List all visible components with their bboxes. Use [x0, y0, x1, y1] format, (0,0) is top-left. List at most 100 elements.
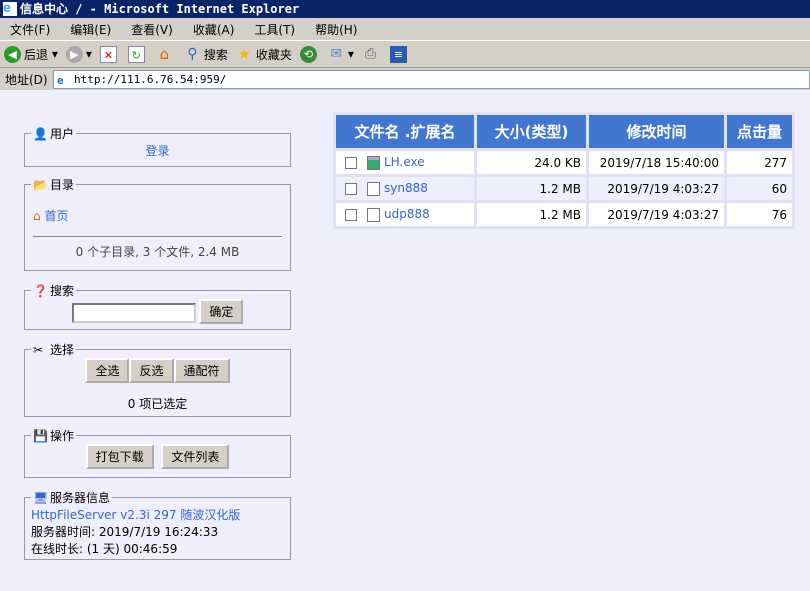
table-row: syn888 1.2 MB 2019/7/19 4:03:27 60 [336, 177, 792, 200]
user-legend: 用户 [50, 127, 75, 141]
header-size[interactable]: 大小(类型) [477, 115, 586, 148]
server-panel: 🖥 服务器信息 HttpFileServer v2.3i 297 随波汉化版 服务… [24, 489, 291, 560]
save-icon: 💾 [33, 429, 48, 443]
server-uptime: 在线时长: (1 天) 00:46:59 [31, 542, 178, 556]
file-modified: 2019/7/19 4:03:27 [589, 177, 724, 200]
mail-icon: ✉ [330, 45, 343, 62]
stop-icon: ✕ [99, 45, 117, 63]
server-icon: 🖥 [33, 491, 49, 505]
refresh-button[interactable]: ↻ [127, 45, 148, 63]
select-legend: 选择 [50, 343, 75, 357]
search-label: 搜索 [203, 47, 228, 62]
home-link[interactable]: 首页 [44, 209, 68, 223]
title-bar: e 信息中心 / - Microsoft Internet Explorer [0, 0, 810, 18]
wildcard-button[interactable]: 通配符 [173, 358, 230, 383]
header-hits[interactable]: 点击量 [727, 115, 792, 148]
selection-status: 0 项已选定 [127, 397, 188, 411]
print-button[interactable]: ⎙ [362, 46, 382, 63]
menu-edit[interactable]: 编辑(E) [70, 21, 111, 38]
search-submit-button[interactable]: 确定 [199, 299, 244, 324]
address-label: 地址(D) [5, 72, 48, 87]
menu-help[interactable]: 帮助(H) [315, 21, 357, 38]
folder-icon: 📂 [33, 178, 48, 192]
file-hits: 277 [727, 151, 792, 174]
table-header: 文件名 .扩展名 大小(类型) 修改时间 点击量 [336, 115, 792, 148]
select-all-button[interactable]: 全选 [85, 358, 130, 383]
back-button[interactable]: ◀ 后退 ▾ [4, 45, 58, 63]
file-icon [367, 181, 380, 196]
row-checkbox[interactable] [345, 182, 357, 195]
mail-button[interactable]: ✉ ▾ [328, 46, 354, 63]
scissors-icon: ✂ [33, 343, 44, 357]
file-icon [367, 207, 380, 222]
address-url: http://111.6.76.54:959/ [74, 73, 227, 86]
home-icon: ⌂ [33, 209, 41, 223]
edit-icon: ≡ [389, 45, 407, 63]
help-icon: ❓ [33, 284, 48, 298]
window-title: 信息中心 / - Microsoft Internet Explorer [20, 2, 300, 16]
printer-icon: ⎙ [364, 45, 377, 62]
user-icon: 👤 [33, 127, 48, 141]
star-icon: ★ [237, 44, 252, 63]
server-legend: 服务器信息 [50, 491, 111, 505]
history-button[interactable]: ⟲ [299, 45, 320, 63]
header-modified[interactable]: 修改时间 [589, 115, 724, 148]
search-input[interactable] [71, 302, 196, 323]
select-panel: ✂ 选择 全选 反选 通配符 0 项已选定 [24, 341, 291, 417]
menu-tools[interactable]: 工具(T) [254, 21, 295, 38]
file-link[interactable]: syn888 [384, 181, 428, 195]
actions-legend: 操作 [50, 429, 75, 443]
file-size: 1.2 MB [477, 203, 586, 226]
folder-summary: 0 个子目录, 3 个文件, 2.4 MB [75, 245, 240, 259]
search-panel: ❓ 搜索 确定 [24, 282, 291, 330]
row-checkbox[interactable] [345, 208, 357, 221]
ie-icon: e [3, 2, 17, 16]
file-size: 24.0 KB [477, 151, 586, 174]
menu-favorites[interactable]: 收藏(A) [193, 21, 235, 38]
row-checkbox[interactable] [345, 156, 357, 169]
search-legend: 搜索 [50, 284, 75, 298]
file-modified: 2019/7/19 4:03:27 [589, 203, 724, 226]
file-size: 1.2 MB [477, 177, 586, 200]
download-zip-button[interactable]: 打包下载 [85, 444, 154, 469]
back-arrow-icon: ◀ [4, 45, 21, 63]
user-panel: 👤 用户 登录 [24, 125, 291, 167]
menu-file[interactable]: 文件(F) [10, 21, 50, 38]
address-bar: 地址(D) e http://111.6.76.54:959/ [0, 68, 810, 90]
refresh-icon: ↻ [127, 45, 145, 63]
table-row: LH.exe 24.0 KB 2019/7/18 15:40:00 277 [336, 151, 792, 174]
file-hits: 76 [727, 203, 792, 226]
actions-panel: 💾 操作 打包下载 文件列表 [24, 427, 291, 478]
home-button[interactable]: ⌂ [156, 44, 176, 63]
back-label: 后退 [24, 47, 49, 62]
favorites-button[interactable]: ★ 收藏夹 [236, 44, 292, 63]
server-time: 服务器时间: 2019/7/19 16:24:33 [31, 525, 219, 539]
toolbar: ◀ 后退 ▾ ▶ ▾ ✕ ↻ ⌂ ⚲ 搜索 ★ 收藏夹 ⟲ ✉ ▾ ⎙ ≡ [0, 41, 810, 68]
file-hits: 60 [727, 177, 792, 200]
table-row: udp888 1.2 MB 2019/7/19 4:03:27 76 [336, 203, 792, 226]
menu-view[interactable]: 查看(V) [131, 21, 173, 38]
forward-arrow-icon: ▶ [65, 45, 83, 63]
address-input[interactable]: e http://111.6.76.54:959/ [53, 70, 810, 89]
favorites-label: 收藏夹 [255, 47, 292, 62]
search-icon: ⚲ [187, 45, 198, 62]
server-software-link[interactable]: HttpFileServer v2.3i 297 随波汉化版 [31, 508, 240, 522]
file-link[interactable]: udp888 [384, 207, 430, 221]
file-list-button[interactable]: 文件列表 [161, 444, 230, 469]
file-modified: 2019/7/18 15:40:00 [589, 151, 724, 174]
home-icon: ⌂ [159, 44, 170, 63]
forward-button[interactable]: ▶ ▾ [65, 45, 92, 63]
exe-file-icon [367, 155, 380, 170]
invert-selection-button[interactable]: 反选 [129, 358, 174, 383]
search-button[interactable]: ⚲ 搜索 [184, 46, 228, 63]
stop-button[interactable]: ✕ [99, 45, 120, 63]
file-link[interactable]: LH.exe [384, 155, 425, 169]
edit-button[interactable]: ≡ [389, 45, 410, 63]
menu-bar: 文件(F) 编辑(E) 查看(V) 收藏(A) 工具(T) 帮助(H) [0, 18, 810, 41]
folder-legend: 目录 [50, 178, 75, 192]
history-icon: ⟲ [299, 45, 317, 63]
login-link[interactable]: 登录 [145, 144, 169, 158]
header-filename[interactable]: 文件名 .扩展名 [336, 115, 474, 148]
folder-panel: 📂 目录 ⌂ 首页 0 个子目录, 3 个文件, 2.4 MB [24, 176, 291, 271]
file-table: 文件名 .扩展名 大小(类型) 修改时间 点击量 LH.exe 24.0 KB … [333, 112, 795, 229]
